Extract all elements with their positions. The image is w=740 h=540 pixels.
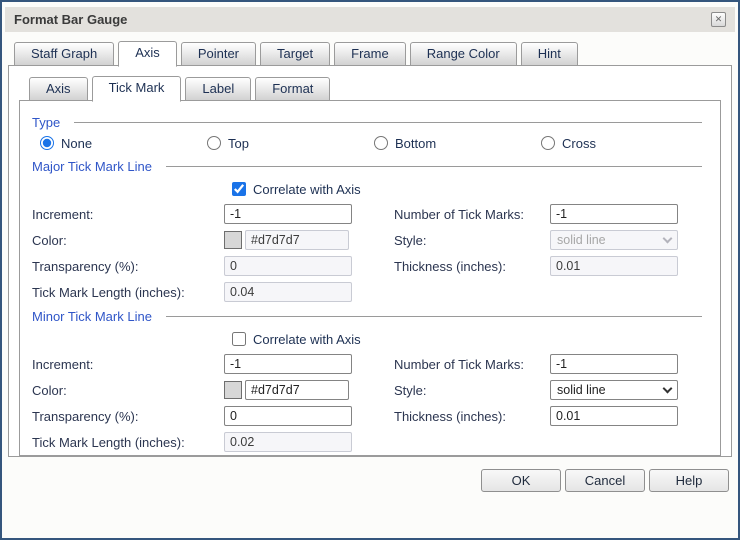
minor-length-input xyxy=(224,432,352,452)
radio-top[interactable] xyxy=(207,136,221,150)
minor-style-value: solid line xyxy=(557,383,606,397)
major-transparency-label: Transparency (%): xyxy=(32,259,224,274)
minor-increment-label: Increment: xyxy=(32,357,224,372)
radio-option-bottom[interactable]: Bottom xyxy=(374,136,541,151)
major-correlate-row[interactable]: Correlate with Axis xyxy=(32,177,708,201)
cancel-button[interactable]: Cancel xyxy=(565,469,645,492)
tab-range-color[interactable]: Range Color xyxy=(410,42,517,66)
chevron-down-icon xyxy=(663,383,673,393)
close-icon[interactable]: ✕ xyxy=(711,12,726,27)
minor-increment-input[interactable] xyxy=(224,354,352,374)
major-transparency-input xyxy=(224,256,352,276)
radio-cross-label: Cross xyxy=(562,136,596,151)
subtab-axis[interactable]: Axis xyxy=(29,77,88,101)
minor-style-select[interactable]: solid line xyxy=(550,380,678,400)
major-heading-label: Major Tick Mark Line xyxy=(32,159,152,174)
major-correlate-checkbox[interactable] xyxy=(232,182,246,196)
major-style-value: solid line xyxy=(557,233,606,247)
radio-option-cross[interactable]: Cross xyxy=(541,136,708,151)
minor-color-input[interactable] xyxy=(245,380,349,400)
major-tick-count-label: Number of Tick Marks: xyxy=(394,207,550,222)
radio-bottom-label: Bottom xyxy=(395,136,436,151)
help-button[interactable]: Help xyxy=(649,469,729,492)
tab-pointer[interactable]: Pointer xyxy=(181,42,256,66)
major-transparency-row: Transparency (%): Thickness (inches): xyxy=(32,253,708,279)
major-increment-label: Increment: xyxy=(32,207,224,222)
type-radio-group: None Top Bottom Cross xyxy=(32,131,708,155)
minor-transparency-row: Transparency (%): Thickness (inches): xyxy=(32,403,708,429)
type-heading-label: Type xyxy=(32,115,60,130)
tab-target[interactable]: Target xyxy=(260,42,330,66)
minor-correlate-checkbox[interactable] xyxy=(232,332,246,346)
minor-length-label: Tick Mark Length (inches): xyxy=(32,435,224,450)
radio-bottom[interactable] xyxy=(374,136,388,150)
minor-style-label: Style: xyxy=(394,383,550,398)
minor-tick-count-label: Number of Tick Marks: xyxy=(394,357,550,372)
divider xyxy=(74,122,702,123)
radio-option-none[interactable]: None xyxy=(40,136,207,151)
radio-top-label: Top xyxy=(228,136,249,151)
tab-hint[interactable]: Hint xyxy=(521,42,578,66)
tab-axis[interactable]: Axis xyxy=(118,41,177,67)
minor-color-row: Color: Style: solid line xyxy=(32,377,708,403)
subtab-format[interactable]: Format xyxy=(255,77,330,101)
minor-transparency-label: Transparency (%): xyxy=(32,409,224,424)
minor-correlate-label: Correlate with Axis xyxy=(253,332,361,347)
minor-increment-row: Increment: Number of Tick Marks: xyxy=(32,351,708,377)
major-color-label: Color: xyxy=(32,233,224,248)
major-increment-input[interactable] xyxy=(224,204,352,224)
minor-color-swatch[interactable] xyxy=(224,381,242,399)
minor-thickness-label: Thickness (inches): xyxy=(394,409,550,424)
major-tick-count-input[interactable] xyxy=(550,204,678,224)
type-section-heading: Type xyxy=(32,113,708,131)
major-length-input xyxy=(224,282,352,302)
major-correlate-label: Correlate with Axis xyxy=(253,182,361,197)
outer-tab-strip: Staff Graph Axis Pointer Target Frame Ra… xyxy=(8,41,732,66)
tick-mark-panel: Type None Top Bottom Cross xyxy=(19,100,721,456)
inner-tab-strip: Axis Tick Mark Label Format xyxy=(19,76,721,101)
divider xyxy=(166,166,702,167)
major-thickness-input xyxy=(550,256,678,276)
radio-option-top[interactable]: Top xyxy=(207,136,374,151)
major-length-row: Tick Mark Length (inches): xyxy=(32,279,708,305)
minor-tick-count-input[interactable] xyxy=(550,354,678,374)
divider xyxy=(166,316,702,317)
title-bar: Format Bar Gauge ✕ xyxy=(5,7,735,32)
minor-length-row: Tick Mark Length (inches): xyxy=(32,429,708,455)
major-style-select: solid line xyxy=(550,230,678,250)
minor-section-heading: Minor Tick Mark Line xyxy=(32,307,708,325)
tab-staff-graph[interactable]: Staff Graph xyxy=(14,42,114,66)
chevron-down-icon xyxy=(663,233,673,243)
format-bar-gauge-dialog: Format Bar Gauge ✕ Staff Graph Axis Poin… xyxy=(0,0,740,540)
minor-transparency-input[interactable] xyxy=(224,406,352,426)
major-color-swatch[interactable] xyxy=(224,231,242,249)
subtab-tick-mark[interactable]: Tick Mark xyxy=(92,76,182,102)
subtab-label[interactable]: Label xyxy=(185,77,251,101)
major-section-heading: Major Tick Mark Line xyxy=(32,157,708,175)
major-style-label: Style: xyxy=(394,233,550,248)
radio-none-label: None xyxy=(61,136,92,151)
major-length-label: Tick Mark Length (inches): xyxy=(32,285,224,300)
footer-button-bar: OK Cancel Help xyxy=(11,469,729,492)
tab-frame[interactable]: Frame xyxy=(334,42,406,66)
minor-heading-label: Minor Tick Mark Line xyxy=(32,309,152,324)
radio-none[interactable] xyxy=(40,136,54,150)
minor-color-label: Color: xyxy=(32,383,224,398)
ok-button[interactable]: OK xyxy=(481,469,561,492)
minor-thickness-input[interactable] xyxy=(550,406,678,426)
minor-correlate-row[interactable]: Correlate with Axis xyxy=(32,327,708,351)
major-increment-row: Increment: Number of Tick Marks: xyxy=(32,201,708,227)
major-color-row: Color: Style: solid line xyxy=(32,227,708,253)
major-color-input xyxy=(245,230,349,250)
radio-cross[interactable] xyxy=(541,136,555,150)
axis-tab-content: Axis Tick Mark Label Format Type None To… xyxy=(8,65,732,457)
major-thickness-label: Thickness (inches): xyxy=(394,259,550,274)
dialog-title: Format Bar Gauge xyxy=(14,12,127,27)
